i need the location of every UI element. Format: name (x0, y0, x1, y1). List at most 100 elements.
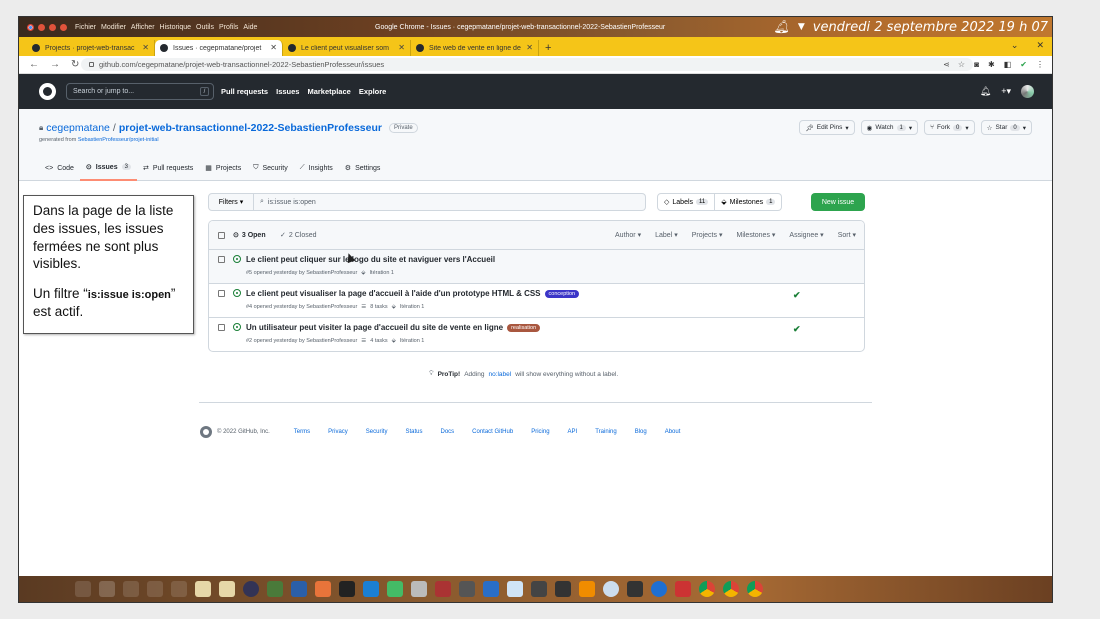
milestones-button[interactable]: ⬙ Milestones 1 (715, 193, 783, 211)
github-search-input[interactable]: Search or jump to... / (66, 83, 214, 100)
tab-settings[interactable]: ⚙ Settings (339, 155, 387, 181)
app-store-icon[interactable] (483, 581, 499, 597)
sublime-icon[interactable] (315, 581, 331, 597)
footer-link-contact[interactable]: Contact GitHub (472, 429, 513, 435)
tab-security[interactable]: ⛉ Security (247, 155, 294, 181)
select-all-checkbox[interactable] (218, 232, 225, 239)
share-icon[interactable]: ⋖ (943, 60, 950, 69)
notifications-bell-icon[interactable]: 🔔︎ (980, 86, 991, 97)
new-tab-button[interactable]: + (545, 42, 551, 54)
desktop-icon[interactable] (123, 581, 139, 597)
status-check-icon[interactable]: ✔ (793, 324, 801, 335)
apps-menu-icon[interactable] (75, 581, 91, 597)
menu-afficher[interactable]: Afficher (131, 24, 155, 31)
nav-issues[interactable]: Issues (276, 87, 299, 96)
footer-link-about[interactable]: About (665, 429, 681, 435)
bell-icon[interactable]: 🔔︎ (773, 20, 790, 35)
github-logo-icon[interactable] (200, 426, 212, 438)
reload-icon[interactable]: ↻ (71, 59, 79, 70)
user-avatar[interactable] (1021, 85, 1034, 98)
author-filter[interactable]: Author ▾ (615, 231, 641, 239)
app-green-icon[interactable] (267, 581, 283, 597)
milestones-filter[interactable]: Milestones ▾ (736, 231, 775, 239)
close-tab-icon[interactable]: ✕ (142, 43, 149, 52)
issue-label-realisation[interactable]: realisation (507, 323, 541, 332)
sort-filter[interactable]: Sort ▾ (838, 231, 856, 239)
camera-extension-icon[interactable]: ◙ (974, 60, 979, 69)
browser-tab-issue-detail[interactable]: Le client peut visualiser som ✕ (283, 40, 411, 56)
image-viewer-icon[interactable] (387, 581, 403, 597)
menu-profils[interactable]: Profils (219, 24, 238, 31)
screenshot-icon[interactable] (435, 581, 451, 597)
back-arrow-icon[interactable]: ← (29, 59, 39, 70)
template-repo-link[interactable]: SebastienProfesseur/projet-initial (78, 137, 159, 143)
tab-projects[interactable]: ▦ Projects (199, 155, 247, 181)
globe-icon[interactable] (243, 581, 259, 597)
footer-link-blog[interactable]: Blog (635, 429, 647, 435)
network-icon[interactable] (147, 581, 163, 597)
volume-icon[interactable] (171, 581, 187, 597)
issue-iteration[interactable]: Itération 1 (400, 338, 424, 344)
folder-icon[interactable] (195, 581, 211, 597)
menu-outils[interactable]: Outils (196, 24, 214, 31)
edit-pins-button[interactable]: 📌︎ Edit Pins ▾ (799, 120, 855, 135)
issue-checkbox[interactable] (218, 290, 225, 297)
issue-row[interactable]: Le client peut visualiser la page d'accu… (209, 284, 864, 318)
url-input[interactable]: github.com/cegepmatane/projet-web-transa… (81, 58, 973, 71)
virtualbox-icon[interactable] (291, 581, 307, 597)
footer-link-pricing[interactable]: Pricing (531, 429, 549, 435)
issue-checkbox[interactable] (218, 324, 225, 331)
issue-label-conception[interactable]: conception (544, 289, 580, 298)
chrome-icon[interactable] (747, 581, 763, 597)
open-issues-filter[interactable]: ⊙ 3 Open (233, 231, 266, 240)
close-window-button[interactable] (38, 23, 45, 31)
issue-row[interactable]: Un utilisateur peut visiter la page d'ac… (209, 318, 864, 351)
browser-tab-site-web[interactable]: Site web de vente en ligne de ✕ (411, 40, 539, 56)
footer-link-docs[interactable]: Docs (441, 429, 455, 435)
vm-icon[interactable] (507, 581, 523, 597)
issue-title-link[interactable]: Un utilisateur peut visiter la page d'ac… (246, 323, 503, 332)
bookmark-star-icon[interactable]: ☆ (958, 60, 965, 69)
github-logo-icon[interactable] (39, 83, 56, 100)
weather-icon[interactable] (603, 581, 619, 597)
create-new-plus-icon[interactable]: +▾ (1001, 86, 1011, 97)
text-editor-icon[interactable] (411, 581, 427, 597)
footer-link-api[interactable]: API (568, 429, 578, 435)
tab-issues[interactable]: ⊙ Issues 3 (79, 155, 137, 181)
puzzle-extensions-icon[interactable]: ✱ (988, 60, 995, 69)
menu-historique[interactable]: Historique (160, 24, 192, 31)
close-tab-icon[interactable]: ✕ (270, 43, 277, 52)
footer-link-terms[interactable]: Terms (294, 429, 310, 435)
nav-marketplace[interactable]: Marketplace (307, 87, 350, 96)
new-issue-button[interactable]: New issue (811, 193, 865, 211)
repo-name-link[interactable]: projet-web-transactionnel-2022-Sebastien… (119, 122, 382, 134)
projects-filter[interactable]: Projects ▾ (692, 231, 723, 239)
settings-app-icon[interactable] (531, 581, 547, 597)
inkscape-icon[interactable] (555, 581, 571, 597)
vscode-icon[interactable] (363, 581, 379, 597)
terminal-icon[interactable] (339, 581, 355, 597)
issue-iteration[interactable]: Itération 1 (370, 270, 394, 276)
tab-pull-requests[interactable]: ⇄ Pull requests (137, 155, 199, 181)
window-icon[interactable] (675, 581, 691, 597)
lock-icon[interactable] (89, 62, 94, 67)
issue-search-input[interactable]: ⌕ is:issue is:open (254, 193, 646, 211)
browser-tab-projects[interactable]: Projects · projet-web-transac ✕ (27, 40, 155, 56)
menu-modifier[interactable]: Modifier (101, 24, 126, 31)
issue-checkbox[interactable] (218, 256, 225, 263)
issue-title-link[interactable]: Le client peut cliquer sur le logo du si… (246, 255, 495, 264)
profile-check-icon[interactable]: ✔ (1020, 60, 1027, 69)
tab-code[interactable]: <> Code (39, 155, 80, 181)
close-tab-icon[interactable]: ✕ (526, 43, 533, 52)
tab-insights[interactable]: ⟋ Insights (294, 155, 339, 181)
files-icon[interactable] (219, 581, 235, 597)
tab-search-chevron-icon[interactable]: ⌄ (1011, 40, 1019, 51)
grid-apps-icon[interactable] (99, 581, 115, 597)
chrome-icon[interactable] (699, 581, 715, 597)
nav-pull-requests[interactable]: Pull requests (221, 87, 268, 96)
terminal-2-icon[interactable] (627, 581, 643, 597)
protip-keyword-link[interactable]: no:label (488, 371, 511, 378)
kebab-menu-icon[interactable]: ⋮ (1036, 60, 1044, 69)
footer-link-training[interactable]: Training (595, 429, 616, 435)
forward-arrow-icon[interactable]: → (50, 59, 60, 70)
